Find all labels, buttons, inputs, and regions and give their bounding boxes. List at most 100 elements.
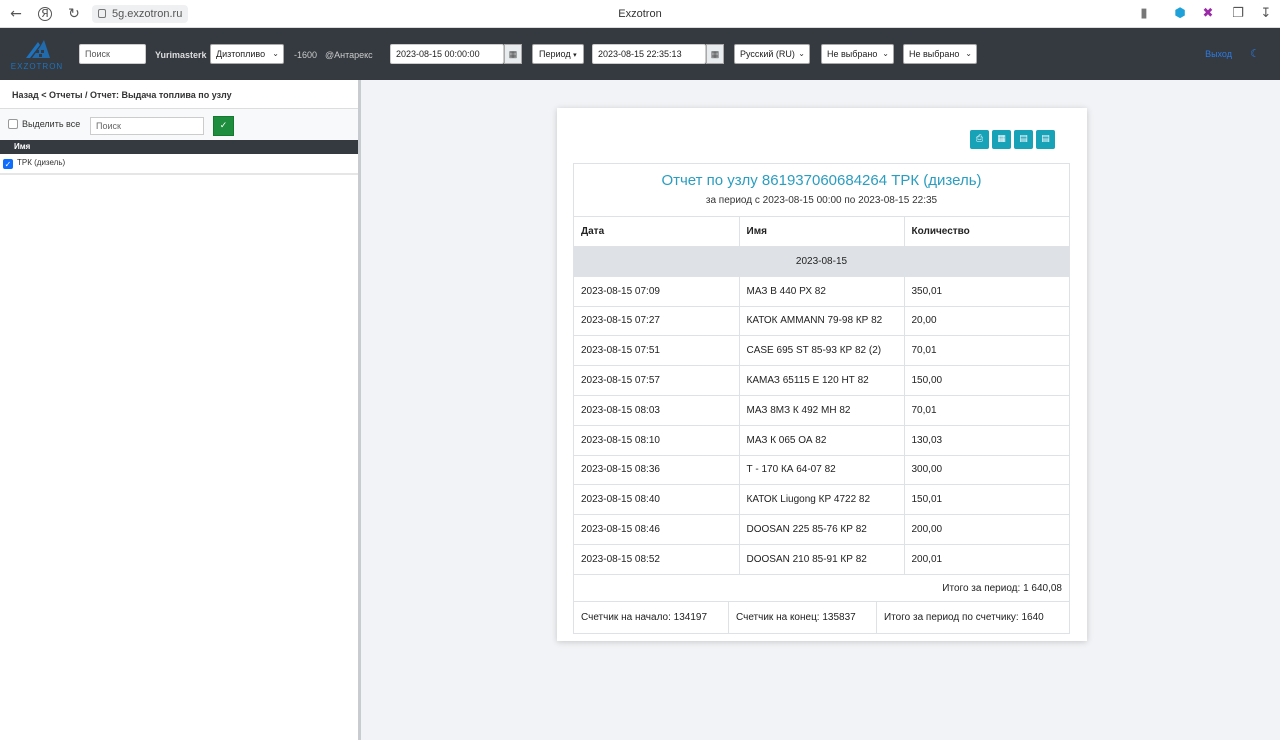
- report-subtitle: за период с 2023-08-15 00:00 по 2023-08-…: [705, 195, 938, 206]
- period-total: Итого за период: 1 640,08: [574, 574, 1069, 602]
- cell-quantity: 70,01: [904, 395, 1069, 426]
- column-header-name: Имя: [739, 216, 905, 247]
- filter-select-2[interactable]: Не выбрано ⌄: [903, 44, 977, 64]
- table-row: 2023-08-15 08:36 Т - 170 КА 64-07 82 300,0…: [574, 455, 1069, 486]
- panel-resize-handle[interactable]: [358, 80, 361, 740]
- filter-select-1-value: Не выбрано: [827, 49, 878, 59]
- cell-date: 2023-08-15 07:09: [574, 276, 740, 307]
- select-all-checkbox[interactable]: [8, 119, 18, 129]
- cell-quantity: 130,03: [904, 425, 1069, 456]
- cell-name: DOOSAN 210 85-91 КР 82: [739, 544, 905, 575]
- collections-icon[interactable]: ❐: [1230, 6, 1246, 22]
- cell-date: 2023-08-15 08:36: [574, 455, 740, 486]
- cell-name: МАЗ 8МЗ К 492 МН 82: [739, 395, 905, 426]
- cell-quantity: 20,00: [904, 306, 1069, 337]
- header-search-input[interactable]: Поиск: [79, 44, 146, 64]
- caret-down-icon: ▾: [573, 52, 577, 59]
- cell-quantity: 300,00: [904, 455, 1069, 486]
- moon-icon[interactable]: ☾: [1250, 47, 1260, 60]
- table-row: 2023-08-15 07:57 КАМАЗ 65115 Е 120 НТ 82 1…: [574, 365, 1069, 396]
- cell-quantity: 200,01: [904, 544, 1069, 575]
- cell-quantity: 150,01: [904, 484, 1069, 516]
- table-row: 2023-08-15 07:27 КАТОК AMMANN 79-98 КР 82…: [574, 306, 1069, 337]
- logout-link[interactable]: Выход: [1205, 49, 1232, 59]
- download-icon[interactable]: ↧: [1258, 6, 1274, 22]
- cell-name: CASE 695 ST 85-93 КР 82 (2): [739, 335, 905, 367]
- table-row: 2023-08-15 08:46 DOOSAN 225 85-76 КР 82 20…: [574, 514, 1069, 545]
- language-select-value: Русский (RU): [740, 49, 795, 59]
- chevron-down-icon: ⌄: [272, 49, 279, 58]
- tab-title: Exzotron: [618, 8, 662, 20]
- chevron-down-icon: ⌄: [798, 49, 805, 58]
- language-select[interactable]: Русский (RU) ⌄: [734, 44, 810, 64]
- table-row: 2023-08-15 08:10 МАЗ К 065 ОА 82 130,03: [574, 425, 1069, 456]
- browser-toolbar: ← Я ↻ 5g.exzotron.ru Exzotron ▮ ⬢ ✖ ❐ ↧: [0, 0, 1280, 28]
- fuel-select[interactable]: Дизтопливо ⌄: [210, 44, 284, 64]
- export-pdf-icon[interactable]: ▤: [1014, 130, 1033, 149]
- apply-button[interactable]: ✓: [213, 116, 234, 136]
- print-icon[interactable]: ⎙: [970, 130, 989, 149]
- date-from-input[interactable]: 2023-08-15 00:00:00: [390, 44, 504, 64]
- cell-quantity: 150,00: [904, 365, 1069, 396]
- list-item-label: ТРК (дизель): [17, 158, 66, 167]
- table-row: 2023-08-15 08:03 МАЗ 8МЗ К 492 МН 82 70,01: [574, 395, 1069, 426]
- counter-total: Итого за период по счетчику: 1640: [884, 612, 1044, 623]
- select-all-label: Выделить все: [22, 119, 81, 129]
- cell-date: 2023-08-15 07:51: [574, 335, 740, 367]
- cell-name: DOOSAN 225 85-76 КР 82: [739, 514, 905, 545]
- table-row: 2023-08-15 07:09 МАЗ В 440 РХ 82 350,01: [574, 276, 1069, 307]
- counter-end: Счетчик на конец: 135837: [729, 602, 877, 634]
- cell-name: КАТОК AMMANN 79-98 КР 82: [739, 306, 905, 337]
- sidebar-panel: Назад < Отчеты / Отчет: Выдача топлива п…: [0, 80, 358, 740]
- date-to-input[interactable]: 2023-08-15 22:35:13: [592, 44, 706, 64]
- list-item[interactable]: ✓ ТРК (дизель): [0, 156, 358, 172]
- item-checkbox[interactable]: ✓: [3, 159, 13, 169]
- bookmark-icon[interactable]: ▮: [1136, 6, 1152, 22]
- chevron-down-icon: ⌄: [965, 49, 972, 58]
- cell-name: КАМАЗ 65115 Е 120 НТ 82: [739, 365, 905, 396]
- calendar-icon[interactable]: ▦: [504, 44, 522, 64]
- calendar-icon[interactable]: ▦: [706, 44, 724, 64]
- balance-label: -1600: [294, 50, 318, 60]
- chevron-down-icon: ⌄: [882, 49, 889, 58]
- column-header-date: Дата: [574, 216, 740, 247]
- sidebar-column-header: Имя: [0, 140, 358, 154]
- period-label: Период: [539, 49, 571, 59]
- cell-name: МАЗ В 440 РХ 82: [739, 276, 905, 307]
- period-dropdown-button[interactable]: Период ▾: [532, 44, 584, 64]
- column-header-quantity: Количество: [904, 216, 1069, 247]
- extension-x-icon[interactable]: ✖: [1200, 6, 1216, 22]
- cell-name: МАЗ К 065 ОА 82: [739, 425, 905, 456]
- cell-quantity: 200,00: [904, 514, 1069, 545]
- cell-quantity: 70,01: [904, 335, 1069, 367]
- report-box: Отчет по узлу 861937060684264 ТРК (дизел…: [573, 163, 1070, 634]
- export-doc-icon[interactable]: ▤: [1036, 130, 1055, 149]
- table-row: 2023-08-15 08:40 КАТОК Liugong КР 4722 82…: [574, 484, 1069, 516]
- report-table: Дата Имя Количество 2023-08-15 2023-08-1…: [574, 216, 1069, 575]
- cell-date: 2023-08-15 08:46: [574, 514, 740, 545]
- filter-select-1[interactable]: Не выбрано ⌄: [821, 44, 894, 64]
- logo[interactable]: EXZOTRON: [10, 36, 64, 72]
- cell-name: Т - 170 КА 64-07 82: [739, 455, 905, 486]
- breadcrumb[interactable]: Назад < Отчеты / Отчет: Выдача топлива п…: [12, 90, 232, 100]
- org-label: @Антарекс: [325, 50, 373, 60]
- cell-date: 2023-08-15 08:03: [574, 395, 740, 426]
- cell-name: КАТОК Liugong КР 4722 82: [739, 484, 905, 516]
- sidebar-search-input[interactable]: Поиск: [90, 117, 204, 135]
- cell-date: 2023-08-15 07:27: [574, 306, 740, 337]
- app-header: EXZOTRON Поиск Yurimasterk Дизтопливо ⌄ …: [0, 28, 1280, 80]
- cell-date: 2023-08-15 07:57: [574, 365, 740, 396]
- divider: [0, 173, 358, 175]
- report-title: Отчет по узлу 861937060684264 ТРК (дизел…: [661, 172, 982, 189]
- cell-quantity: 350,01: [904, 276, 1069, 307]
- save-icon[interactable]: ▦: [992, 130, 1011, 149]
- cell-date: 2023-08-15 08:40: [574, 484, 740, 516]
- group-row: 2023-08-15: [574, 246, 1069, 277]
- extension-shield-icon[interactable]: ⬢: [1172, 6, 1188, 22]
- report-card: ⎙ ▦ ▤ ▤ Отчет по узлу 861937060684264 ТР…: [557, 108, 1087, 641]
- table-header-row: Дата Имя Количество: [574, 216, 1069, 247]
- table-row: 2023-08-15 07:51 CASE 695 ST 85-93 КР 82 …: [574, 335, 1069, 367]
- username-label: Yurimasterk: [155, 50, 207, 60]
- logo-text: EXZOTRON: [10, 62, 64, 71]
- cell-date: 2023-08-15 08:10: [574, 425, 740, 456]
